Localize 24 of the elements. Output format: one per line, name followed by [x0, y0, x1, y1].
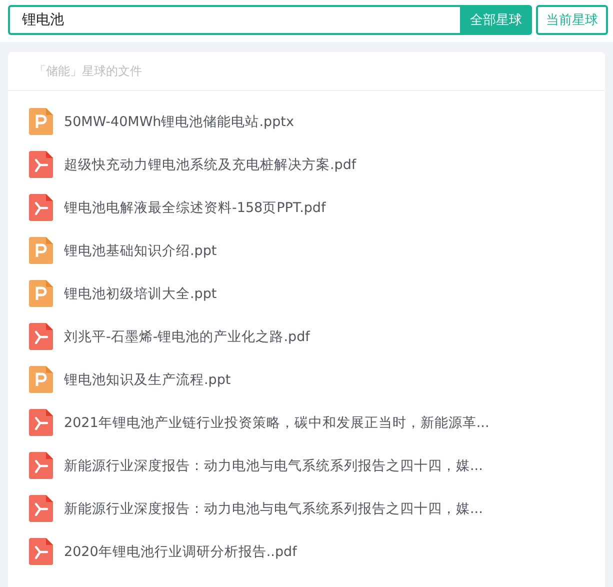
- ppt-file-icon: [29, 280, 53, 307]
- file-name-link[interactable]: 锂电池初级培训大全.ppt: [64, 284, 217, 302]
- file-name-link[interactable]: 锂电池知识及生产流程.ppt: [64, 370, 231, 388]
- file-name-link[interactable]: 2021年锂电池产业链行业投资策略，碳中和发展正当时，新能源革...: [64, 414, 490, 432]
- pdf-file-icon: [29, 194, 53, 221]
- pdf-file-icon: [29, 151, 53, 178]
- file-name-link[interactable]: 锂电池电解液最全综述资料-158页PPT.pdf: [64, 198, 326, 216]
- ppt-file-icon: [29, 237, 53, 264]
- file-name-link[interactable]: 新能源行业深度报告：动力电池与电气系统系列报告之四十四，媒...: [64, 500, 483, 518]
- pdf-file-icon: [29, 323, 53, 350]
- file-name-link[interactable]: 新能源行业深度报告：动力电池与电气系统系列报告之四十四，媒...: [64, 456, 483, 474]
- file-name-link[interactable]: 锂电池基础知识介绍.ppt: [64, 242, 217, 260]
- pdf-file-icon: [29, 495, 53, 522]
- file-name-link[interactable]: 刘兆平-石墨烯-锂电池的产业化之路.pdf: [64, 328, 310, 346]
- ppt-file-icon: [29, 108, 53, 135]
- pdf-file-icon: [29, 452, 53, 479]
- search-field[interactable]: 锂电池: [8, 5, 460, 35]
- file-name-link[interactable]: 50MW-40MWh锂电池储能电站.pptx: [64, 112, 294, 130]
- pdf-file-icon: [29, 538, 53, 565]
- pdf-file-icon: [29, 409, 53, 436]
- file-name-link[interactable]: 超级快充动力锂电池系统及充电桩解决方案.pdf: [64, 156, 356, 174]
- ppt-file-icon: [29, 366, 53, 393]
- section-title: 「储能」星球的文件: [34, 62, 142, 80]
- file-name-link[interactable]: 2020年锂电池行业调研分析报告..pdf: [64, 542, 297, 560]
